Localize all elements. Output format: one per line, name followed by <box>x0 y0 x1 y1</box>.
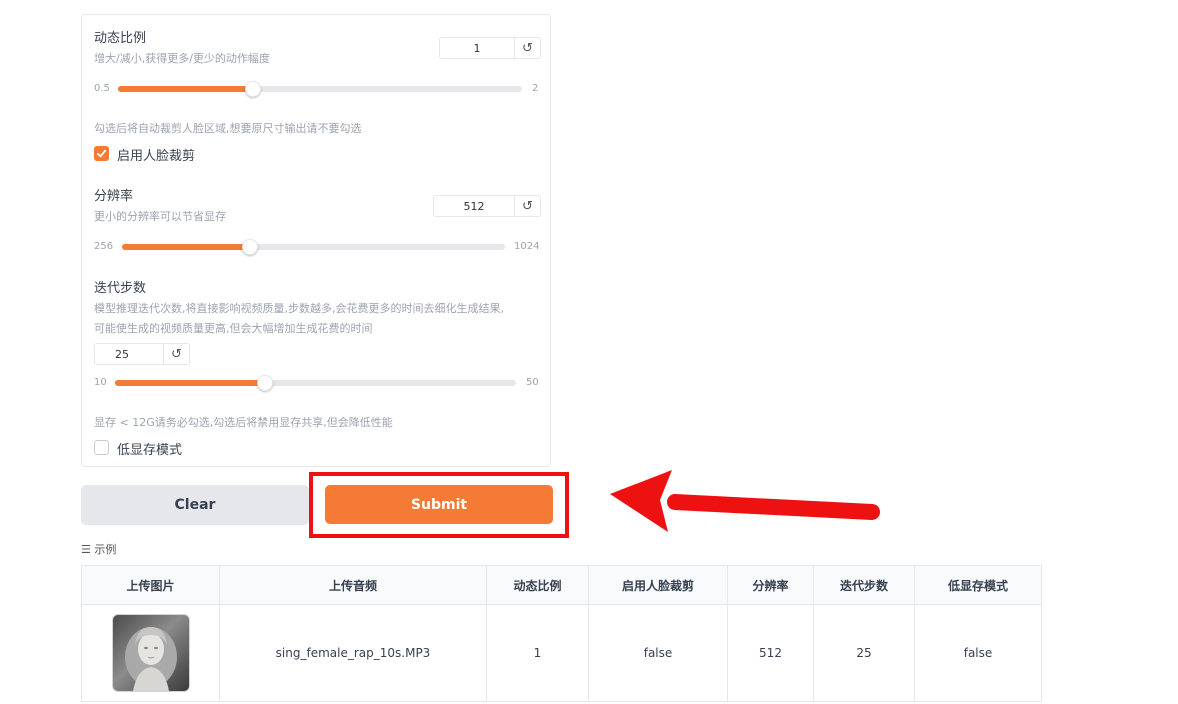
steps-slider-thumb[interactable] <box>257 375 274 391</box>
face-crop-label[interactable]: 启用人脸裁剪 <box>117 145 195 164</box>
motion-scale-label: 动态比例 <box>94 31 147 46</box>
reset-icon[interactable]: ↺ <box>163 344 189 364</box>
face-crop-checkbox[interactable] <box>94 146 109 161</box>
statue-image-icon <box>124 627 177 691</box>
col-header-image: 上传图片 <box>81 565 220 605</box>
resolution-max: 1024 <box>514 241 540 252</box>
resolution-slider-fill <box>122 244 250 250</box>
example-low-vram-cell[interactable]: false <box>914 604 1042 702</box>
motion-scale-number-input[interactable]: 1 ↺ <box>439 37 541 59</box>
resolution-slider-thumb[interactable] <box>241 239 258 255</box>
table-header-row: 上传图片 上传音频 动态比例 启用人脸裁剪 分辨率 迭代步数 低显存模式 <box>81 565 1042 605</box>
examples-title: 示例 <box>94 543 117 556</box>
resolution-hint: 更小的分辨率可以节省显存 <box>94 210 226 223</box>
resolution-slider[interactable] <box>122 239 505 255</box>
motion-scale-min: 0.5 <box>94 83 110 94</box>
example-motion-scale-cell[interactable]: 1 <box>486 604 589 702</box>
steps-slider[interactable] <box>115 375 516 391</box>
col-header-motion-scale: 动态比例 <box>486 565 589 605</box>
steps-max: 50 <box>526 377 539 388</box>
steps-value[interactable]: 25 <box>95 344 163 364</box>
col-header-resolution: 分辨率 <box>727 565 814 605</box>
low-vram-hint: 显存 < 12G请务必勾选,勾选后将禁用显存共享,但会降低性能 <box>94 416 393 429</box>
examples-table: 上传图片 上传音频 动态比例 启用人脸裁剪 分辨率 迭代步数 低显存模式 sin… <box>81 565 1042 702</box>
reset-icon[interactable]: ↺ <box>514 38 540 58</box>
motion-scale-value[interactable]: 1 <box>440 38 514 58</box>
steps-hint-line1: 模型推理迭代次数,将直接影响视频质量,步数越多,会花费更多的时间去细化生成结果, <box>94 302 504 315</box>
clear-button[interactable]: Clear <box>81 485 309 525</box>
steps-min: 10 <box>94 377 107 388</box>
steps-hint-line2: 可能使生成的视频质量更高,但会大幅增加生成花费的时间 <box>94 322 373 335</box>
settings-panel: 动态比例 增大/减小,获得更多/更少的动作幅度 1 ↺ 0.5 2 勾选后将自动… <box>81 14 551 467</box>
motion-scale-hint: 增大/减小,获得更多/更少的动作幅度 <box>94 52 270 65</box>
motion-scale-slider-thumb[interactable] <box>244 81 261 97</box>
low-vram-label[interactable]: 低显存模式 <box>117 439 182 458</box>
steps-number-input[interactable]: 25 ↺ <box>94 343 190 365</box>
example-image-cell[interactable] <box>81 604 220 702</box>
table-row[interactable]: sing_female_rap_10s.MP3 1 false 512 25 f… <box>81 604 1042 702</box>
steps-label: 迭代步数 <box>94 281 147 296</box>
example-face-crop-cell[interactable]: false <box>588 604 728 702</box>
col-header-face-crop: 启用人脸裁剪 <box>588 565 728 605</box>
check-icon <box>96 149 107 158</box>
example-thumbnail[interactable] <box>111 614 190 692</box>
examples-header: ☰ 示例 <box>81 541 116 557</box>
face-crop-hint: 勾选后将自动裁剪人脸区域,想要原尺寸输出请不要勾选 <box>94 122 362 135</box>
resolution-min: 256 <box>94 241 114 252</box>
highlight-box <box>309 472 569 538</box>
col-header-low-vram: 低显存模式 <box>914 565 1042 605</box>
low-vram-checkbox[interactable] <box>94 440 109 455</box>
example-resolution-cell[interactable]: 512 <box>727 604 814 702</box>
motion-scale-max: 2 <box>532 83 539 94</box>
col-header-steps: 迭代步数 <box>813 565 915 605</box>
example-steps-cell[interactable]: 25 <box>813 604 915 702</box>
reset-icon[interactable]: ↺ <box>514 196 540 216</box>
annotation-arrow-icon <box>610 470 880 532</box>
resolution-number-input[interactable]: 512 ↺ <box>433 195 541 217</box>
resolution-label: 分辨率 <box>94 189 134 204</box>
resolution-value[interactable]: 512 <box>434 196 514 216</box>
motion-scale-slider-fill <box>118 86 253 92</box>
steps-slider-fill <box>115 380 266 386</box>
list-icon: ☰ <box>81 543 91 556</box>
motion-scale-slider[interactable] <box>118 81 522 97</box>
example-audio-cell[interactable]: sing_female_rap_10s.MP3 <box>219 604 487 702</box>
col-header-audio: 上传音频 <box>219 565 487 605</box>
